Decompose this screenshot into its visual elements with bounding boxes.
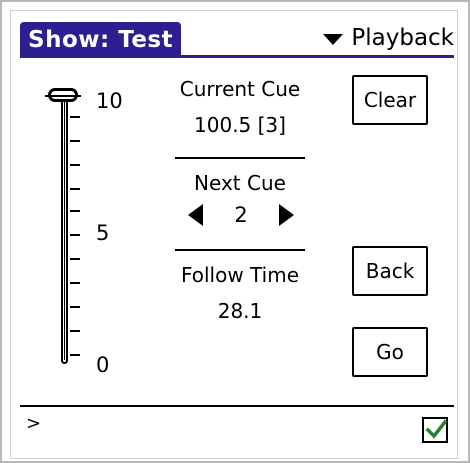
next-cue-heading: Next Cue <box>194 171 286 195</box>
palm-screen: Show: Test Playback 10 5 0 Current Cue 1… <box>0 0 470 463</box>
go-button[interactable]: Go <box>352 327 428 377</box>
slider-tick <box>70 116 80 118</box>
slider-label-max: 10 <box>96 89 123 113</box>
slider-tick <box>70 354 80 356</box>
slider-tick <box>70 258 80 260</box>
command-prompt[interactable]: > <box>26 414 41 434</box>
follow-time-value: 28.1 <box>217 299 263 323</box>
slider-tick <box>70 234 80 236</box>
current-cue-value: 100.5 [3] <box>194 113 286 137</box>
bottom-divider <box>20 405 454 407</box>
current-cue-heading: Current Cue <box>179 77 301 101</box>
title-underline <box>20 55 454 58</box>
previous-cue-arrow-icon[interactable] <box>188 204 203 226</box>
next-cue-stepper: 2 <box>188 200 294 230</box>
follow-time-heading: Follow Time <box>180 263 300 287</box>
divider <box>175 157 305 159</box>
slider-tick <box>70 188 80 190</box>
back-button[interactable]: Back <box>352 246 428 296</box>
title-bar: Show: Test Playback <box>20 22 454 58</box>
slider-tick <box>70 330 80 332</box>
level-slider[interactable]: 10 5 0 <box>45 84 126 380</box>
slider-tick <box>70 282 80 284</box>
slider-track[interactable] <box>61 96 68 364</box>
next-cue-value: 2 <box>234 203 248 227</box>
dropdown-triangle-icon <box>323 33 344 45</box>
clear-button[interactable]: Clear <box>352 75 428 125</box>
slider-label-min: 0 <box>96 353 110 377</box>
show-title[interactable]: Show: Test <box>20 22 182 56</box>
slider-tick <box>70 210 80 212</box>
slider-thumb[interactable] <box>45 88 81 102</box>
slider-tick <box>70 306 80 308</box>
next-cue-arrow-icon[interactable] <box>279 204 294 226</box>
enable-checkbox[interactable] <box>422 417 448 443</box>
slider-label-mid: 5 <box>96 221 110 245</box>
playback-menu-label: Playback <box>351 25 454 51</box>
divider <box>175 249 305 251</box>
slider-tick <box>70 164 80 166</box>
playback-menu[interactable]: Playback <box>323 23 454 53</box>
checkmark-icon <box>425 419 447 439</box>
slider-tick <box>70 140 80 142</box>
